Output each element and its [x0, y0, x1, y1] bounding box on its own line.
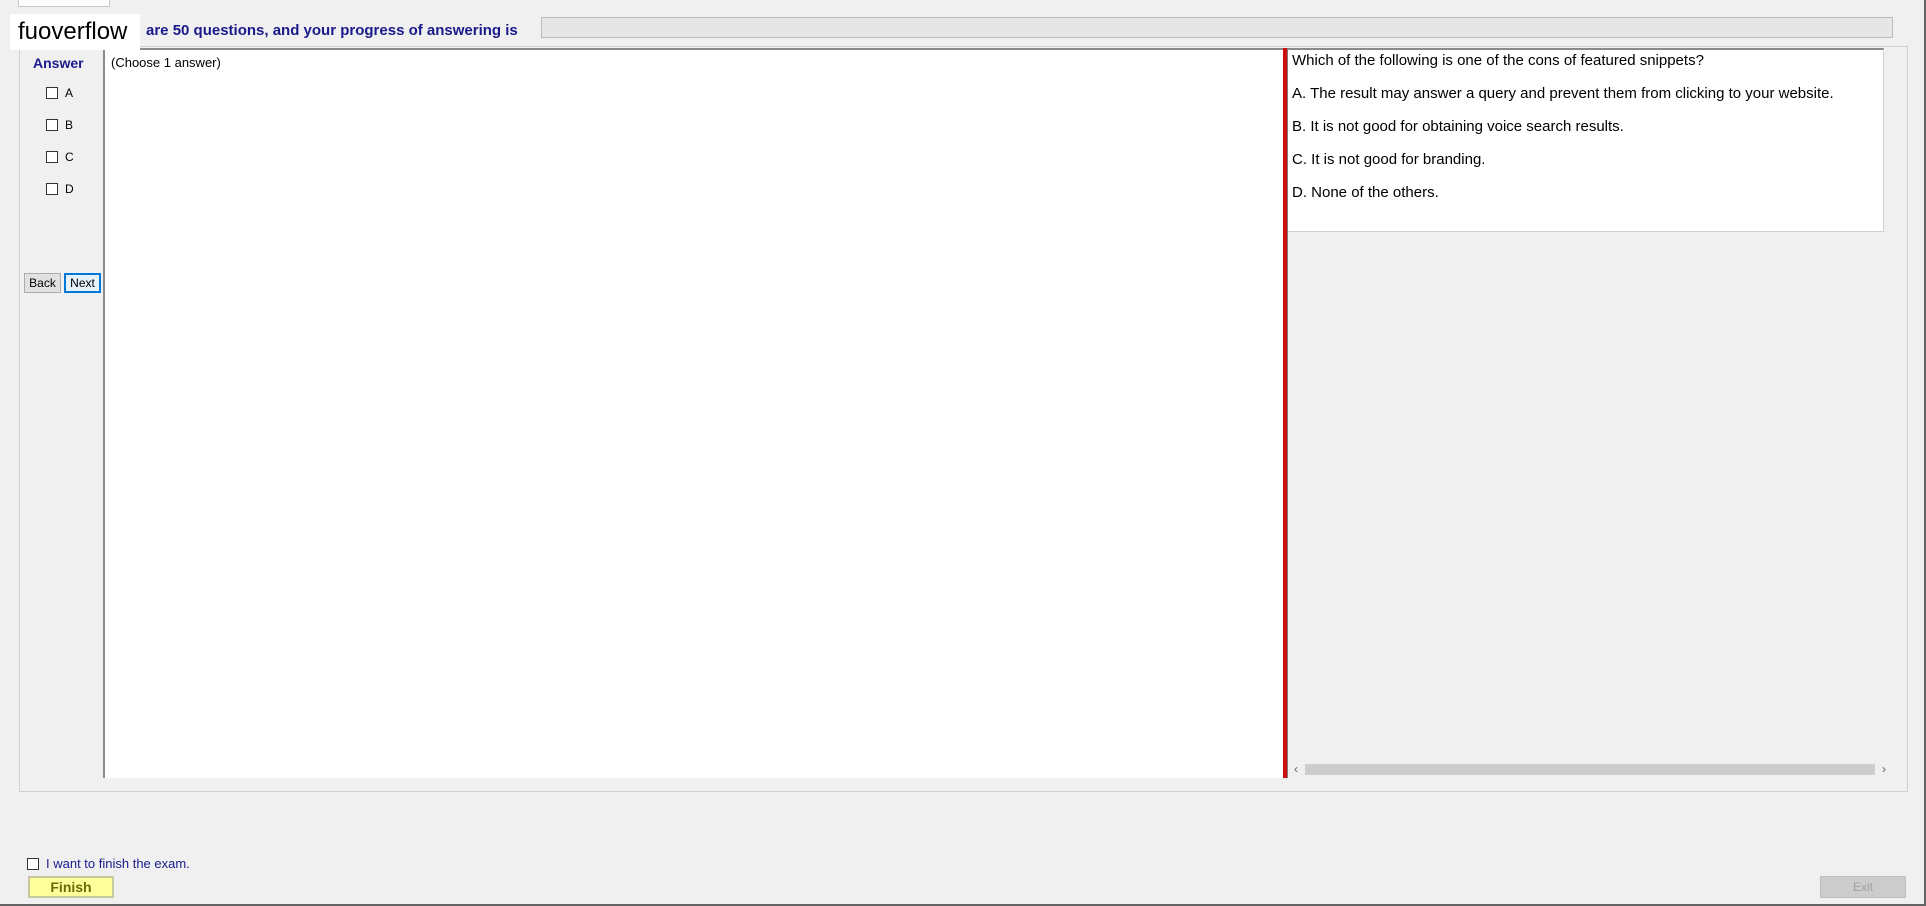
scroll-left-arrow-icon[interactable]: ‹	[1288, 761, 1304, 777]
answer-option-c[interactable]: C	[46, 149, 74, 165]
finish-button[interactable]: Finish	[28, 876, 114, 898]
progress-bar	[541, 17, 1893, 38]
scroll-right-arrow-icon[interactable]: ›	[1876, 761, 1892, 777]
answer-b-label: B	[65, 118, 74, 132]
question-panel: Which of the following is one of the con…	[1288, 48, 1884, 232]
answer-b-checkbox[interactable]	[46, 119, 58, 131]
question-choice-a: A. The result may answer a query and pre…	[1292, 85, 1834, 102]
question-text: Which of the following is one of the con…	[1292, 52, 1704, 69]
answer-c-label: C	[65, 150, 74, 164]
answer-a-label: A	[65, 86, 74, 100]
watermark-label: fuoverflow	[10, 14, 140, 50]
answer-a-checkbox[interactable]	[46, 87, 58, 99]
question-choice-c: C. It is not good for branding.	[1292, 151, 1486, 168]
top-tab-stub[interactable]	[18, 0, 110, 7]
answer-option-a[interactable]: A	[46, 85, 73, 101]
answer-c-checkbox[interactable]	[46, 151, 58, 163]
question-choice-d: D. None of the others.	[1292, 184, 1439, 201]
answer-option-d[interactable]: D	[46, 181, 74, 197]
back-button[interactable]: Back	[24, 273, 61, 293]
answer-instruction-panel: (Choose 1 answer)	[103, 48, 1283, 778]
finish-exam-label: I want to finish the exam.	[46, 856, 190, 871]
answer-option-b[interactable]: B	[46, 117, 73, 133]
answer-title: Answer	[33, 55, 84, 71]
horizontal-scrollbar[interactable]: ‹ ›	[1288, 761, 1892, 777]
scrollbar-thumb[interactable]	[1305, 764, 1875, 775]
finish-exam-option[interactable]: I want to finish the exam.	[27, 856, 190, 871]
choose-instruction: (Choose 1 answer)	[111, 55, 221, 70]
finish-exam-checkbox[interactable]	[27, 857, 39, 870]
question-choice-b: B. It is not good for obtaining voice se…	[1292, 118, 1624, 135]
answer-d-label: D	[65, 182, 74, 196]
exit-button: Exit	[1820, 876, 1906, 898]
answer-d-checkbox[interactable]	[46, 183, 58, 195]
next-button[interactable]: Next	[64, 273, 101, 293]
exam-progress-text: are 50 questions, and your progress of a…	[146, 22, 518, 39]
